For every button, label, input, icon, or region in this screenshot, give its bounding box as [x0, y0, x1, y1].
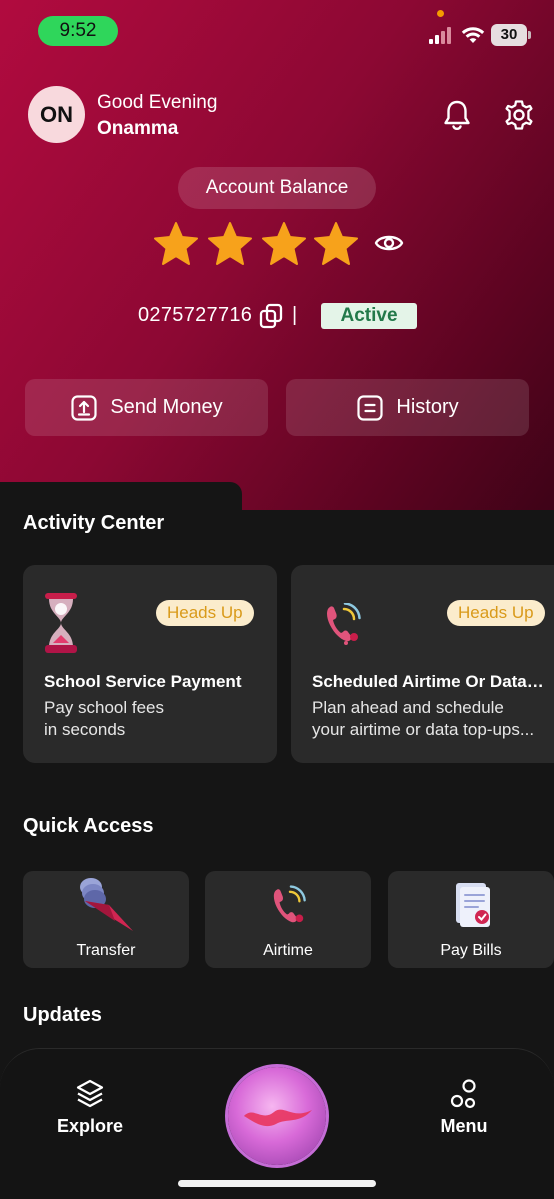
- transfer-icon: [80, 878, 133, 931]
- cellular-signal-icon: [429, 27, 455, 44]
- card-description: Pay school fees in seconds: [44, 697, 274, 741]
- upload-icon: [71, 394, 97, 421]
- nav-menu-label: Menu: [440, 1116, 488, 1136]
- nav-menu[interactable]: Menu: [414, 1078, 514, 1137]
- quick-access-title: Quick Access: [23, 815, 154, 837]
- quick-access-pay-bills[interactable]: Pay Bills: [388, 871, 554, 968]
- send-money-label: Send Money: [110, 396, 223, 418]
- account-balance-label[interactable]: Account Balance: [178, 167, 376, 209]
- status-time: 9:52: [38, 16, 118, 46]
- greeting-text: Good Evening: [97, 92, 218, 113]
- card-desc-line: Plan ahead and schedule: [312, 698, 504, 717]
- history-list-icon: [357, 394, 383, 421]
- send-money-button[interactable]: Send Money: [25, 379, 268, 436]
- activity-card-airtime[interactable]: Heads Up Scheduled Airtime Or Data Top-U…: [291, 565, 554, 763]
- status-bar: 9:52 30: [0, 0, 554, 60]
- activity-center-title: Activity Center: [23, 512, 165, 534]
- card-title: Scheduled Airtime Or Data Top-Ups: [312, 672, 545, 691]
- heads-up-badge: Heads Up: [447, 600, 545, 626]
- card-title: School Service Payment: [44, 672, 242, 691]
- separator: |: [292, 304, 298, 326]
- menu-circles-icon: [450, 1079, 476, 1109]
- account-number: 0275727716: [138, 304, 253, 326]
- nav-explore-label: Explore: [56, 1116, 124, 1136]
- quick-access-airtime[interactable]: Airtime: [205, 871, 371, 968]
- star-icon: [154, 222, 198, 265]
- hidden-balance-stars: [153, 221, 363, 267]
- card-desc-line: Pay school fees: [44, 698, 165, 717]
- user-name: Onamma: [97, 118, 179, 139]
- bell-icon[interactable]: [441, 98, 473, 132]
- home-indicator[interactable]: [178, 1180, 376, 1187]
- battery-indicator: 30: [491, 24, 531, 46]
- star-icon: [314, 222, 358, 265]
- card-desc-line: in seconds: [44, 720, 126, 739]
- assistant-wave-icon: [244, 1109, 312, 1127]
- history-label: History: [396, 396, 459, 418]
- star-icon: [208, 222, 252, 265]
- heads-up-badge: Heads Up: [156, 600, 254, 626]
- layers-icon: [76, 1079, 104, 1108]
- nav-explore[interactable]: Explore: [40, 1078, 140, 1137]
- history-button[interactable]: History: [286, 379, 529, 436]
- gear-icon[interactable]: [503, 98, 535, 132]
- quick-access-transfer[interactable]: Transfer: [23, 871, 189, 968]
- status-badge: Active: [321, 303, 417, 329]
- copy-icon[interactable]: [258, 302, 284, 330]
- quick-access-label: Transfer: [76, 942, 136, 959]
- privacy-indicator-dot: [437, 10, 444, 17]
- quick-access-label: Pay Bills: [440, 942, 502, 959]
- updates-title: Updates: [23, 1004, 102, 1026]
- wifi-icon: [461, 27, 485, 43]
- card-desc-line: your airtime or data top-ups...: [312, 720, 535, 739]
- eye-icon[interactable]: [374, 230, 404, 256]
- card-description: Plan ahead and schedule your airtime or …: [312, 697, 549, 741]
- phone-icon: [273, 885, 306, 923]
- quick-access-label: Airtime: [263, 942, 313, 959]
- hourglass-icon: [45, 593, 77, 653]
- star-icon: [262, 222, 306, 265]
- phone-icon: [327, 603, 361, 645]
- activity-card-school[interactable]: Heads Up School Service Payment Pay scho…: [23, 565, 277, 763]
- bill-icon: [456, 883, 490, 927]
- avatar[interactable]: ON: [28, 86, 85, 143]
